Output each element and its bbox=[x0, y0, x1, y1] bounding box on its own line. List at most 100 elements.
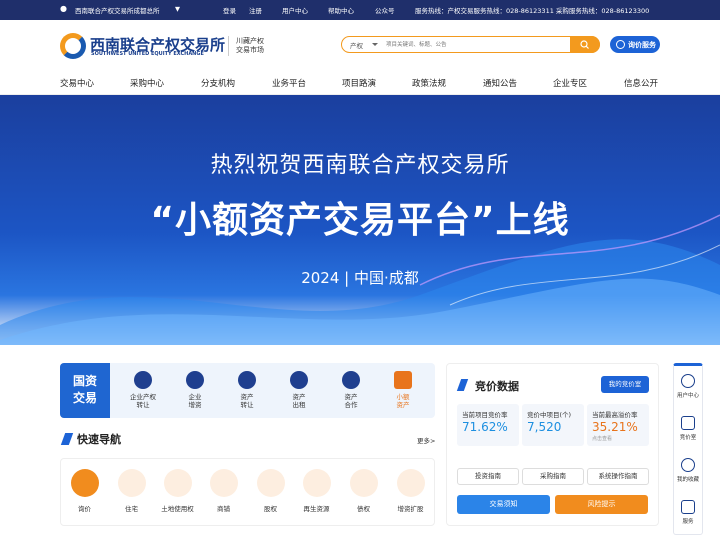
help-center-link[interactable]: 帮助中心 bbox=[328, 5, 354, 15]
search-category-select[interactable]: 产权 bbox=[350, 40, 363, 50]
register-link[interactable]: 注册 bbox=[249, 5, 262, 15]
logo-icon[interactable] bbox=[60, 33, 86, 59]
stat-value: 7,520 bbox=[527, 420, 562, 434]
asset-cooperation-item[interactable]: 资产 合作 bbox=[326, 371, 376, 409]
state-asset-label: 国资 交易 bbox=[60, 363, 110, 418]
quicknav-label: 增资扩股 bbox=[397, 505, 424, 513]
inquiry-service-button[interactable]: 询价服务 bbox=[610, 36, 660, 53]
quicknav-item-recycle[interactable]: 再生资源 bbox=[294, 469, 339, 513]
shop-icon bbox=[209, 469, 238, 497]
nav-item[interactable]: 交易中心 bbox=[60, 77, 94, 89]
quicknav-panel: 询价 住宅 土地使用权 商铺 股权 再生资源 债权 增资扩股 bbox=[60, 458, 435, 526]
hero-banner[interactable]: 热烈祝贺西南联合产权交易所 “小额资产交易平台”上线 2024 | 中国·成都 bbox=[0, 95, 720, 345]
nav-item[interactable]: 业务平台 bbox=[272, 77, 306, 89]
quicknav-title: 快速导航 bbox=[77, 433, 121, 446]
side-label: 服务 bbox=[682, 519, 694, 525]
quicknav-label: 再生资源 bbox=[303, 505, 330, 513]
item-label-1: 企业 bbox=[188, 393, 202, 401]
top-bar: ● 西南联合产权交易所成都总所 ▼ 登录 注册 用户中心 帮助中心 公众号 服务… bbox=[0, 0, 720, 20]
side-user-center[interactable]: 用户中心 bbox=[674, 374, 702, 399]
main-nav: 交易中心 采购中心 分支机构 业务平台 项目路演 政策法规 通知公告 企业专区 … bbox=[0, 70, 720, 95]
quicknav-label: 住宅 bbox=[125, 505, 138, 513]
quicknav-label: 商铺 bbox=[217, 505, 230, 513]
risk-warning-button[interactable]: 风险提示 bbox=[555, 495, 648, 514]
market-name-line-2: 交易市场 bbox=[236, 46, 264, 54]
my-bidding-room-button[interactable]: 我的竞价室 bbox=[601, 376, 649, 393]
quicknav-item-land[interactable]: 土地使用权 bbox=[155, 469, 200, 513]
stat-view-link[interactable]: 点击查看 bbox=[592, 435, 612, 442]
asset-transfer-item[interactable]: 资产 转让 bbox=[222, 371, 272, 409]
trading-notice-button[interactable]: 交易须知 bbox=[457, 495, 550, 514]
user-icon bbox=[681, 374, 695, 388]
inquiry-icon bbox=[616, 40, 625, 49]
quicknav-item-shop[interactable]: 商铺 bbox=[201, 469, 246, 513]
capital-increase-item[interactable]: 企业 增资 bbox=[170, 371, 220, 409]
side-service[interactable]: 服务 bbox=[674, 500, 702, 525]
user-center-link[interactable]: 用户中心 bbox=[282, 5, 308, 15]
wechat-link[interactable]: 公众号 bbox=[375, 5, 395, 15]
item-label-2: 资产 bbox=[396, 401, 410, 409]
quicknav-label: 债权 bbox=[357, 505, 370, 513]
item-label-1: 资产 bbox=[344, 393, 358, 401]
inquiry-icon bbox=[70, 469, 99, 497]
item-label-1: 资产 bbox=[292, 393, 306, 401]
logo-subtitle: SOUTHWEST UNITED EQUITY EXCHANGE bbox=[91, 51, 204, 57]
stat-premium-rate[interactable]: 当前最高溢价率 35.21% 点击查看 bbox=[587, 404, 649, 446]
quicknav-more-link[interactable]: 更多> bbox=[417, 435, 435, 445]
stat-active-projects: 竞价中项目(个) 7,520 bbox=[522, 404, 584, 446]
coin-icon bbox=[349, 469, 378, 497]
search-input[interactable] bbox=[386, 39, 566, 50]
item-label-2: 增资 bbox=[188, 401, 202, 409]
state-asset-label-line-1: 国资 bbox=[72, 374, 97, 388]
document-icon bbox=[396, 469, 425, 497]
transfer-icon bbox=[238, 371, 256, 389]
system-guide-button[interactable]: 系统操作指南 bbox=[587, 468, 649, 485]
item-label-2: 出租 bbox=[292, 401, 306, 409]
chevron-down-icon[interactable] bbox=[372, 43, 378, 46]
search-icon bbox=[580, 40, 589, 49]
handshake-icon bbox=[342, 371, 360, 389]
procurement-guide-button[interactable]: 采购指南 bbox=[522, 468, 584, 485]
chevron-down-icon[interactable]: ▼ bbox=[175, 5, 180, 13]
search-button[interactable] bbox=[570, 36, 600, 53]
quicknav-item-residence[interactable]: 住宅 bbox=[109, 469, 154, 513]
section-marker-icon bbox=[60, 433, 74, 445]
side-label: 竞价室 bbox=[679, 435, 697, 441]
item-label-1: 资产 bbox=[240, 393, 254, 401]
org-name[interactable]: 西南联合产权交易所成都总所 bbox=[75, 5, 160, 15]
quicknav-item-inquiry[interactable]: 询价 bbox=[62, 469, 107, 513]
pie-chart-icon bbox=[134, 371, 152, 389]
small-asset-item[interactable]: 小额 资产 bbox=[378, 371, 428, 409]
quicknav-item-debt[interactable]: 债权 bbox=[341, 469, 386, 513]
side-bidding-room[interactable]: 竞价室 bbox=[674, 416, 702, 441]
quicknav-label: 土地使用权 bbox=[161, 505, 194, 513]
inquiry-service-label: 询价服务 bbox=[628, 41, 656, 49]
item-label-2: 转让 bbox=[136, 401, 150, 409]
nav-item[interactable]: 企业专区 bbox=[553, 77, 587, 89]
chart-icon bbox=[681, 500, 695, 514]
gavel-icon bbox=[681, 416, 695, 430]
asset-lease-item[interactable]: 资产 出租 bbox=[274, 371, 324, 409]
stat-value: 71.62% bbox=[462, 420, 508, 434]
house-icon bbox=[290, 371, 308, 389]
section-marker-icon bbox=[456, 379, 469, 391]
nav-item[interactable]: 政策法规 bbox=[412, 77, 446, 89]
star-icon bbox=[681, 458, 695, 472]
equity-transfer-item[interactable]: 企业产权 转让 bbox=[118, 371, 168, 409]
stat-label: 当前最高溢价率 bbox=[592, 411, 638, 419]
stat-bid-rate: 当前项目竞价率 71.62% bbox=[457, 404, 519, 446]
quicknav-item-equity[interactable]: 股权 bbox=[248, 469, 293, 513]
item-label-2: 转让 bbox=[240, 401, 254, 409]
nav-item[interactable]: 项目路演 bbox=[342, 77, 376, 89]
nav-item[interactable]: 通知公告 bbox=[483, 77, 517, 89]
side-favorites[interactable]: 我的收藏 bbox=[674, 458, 702, 483]
investment-guide-button[interactable]: 投资指南 bbox=[457, 468, 519, 485]
nav-item[interactable]: 信息公开 bbox=[624, 77, 658, 89]
quicknav-label: 股权 bbox=[264, 505, 277, 513]
quicknav-item-capital-increase[interactable]: 增资扩股 bbox=[388, 469, 433, 513]
login-link[interactable]: 登录 bbox=[223, 5, 236, 15]
search-bar: 产权 bbox=[341, 36, 600, 53]
nav-item[interactable]: 分支机构 bbox=[201, 77, 235, 89]
banner-line-3: 2024 | 中国·成都 bbox=[301, 269, 419, 287]
nav-item[interactable]: 采购中心 bbox=[130, 77, 164, 89]
